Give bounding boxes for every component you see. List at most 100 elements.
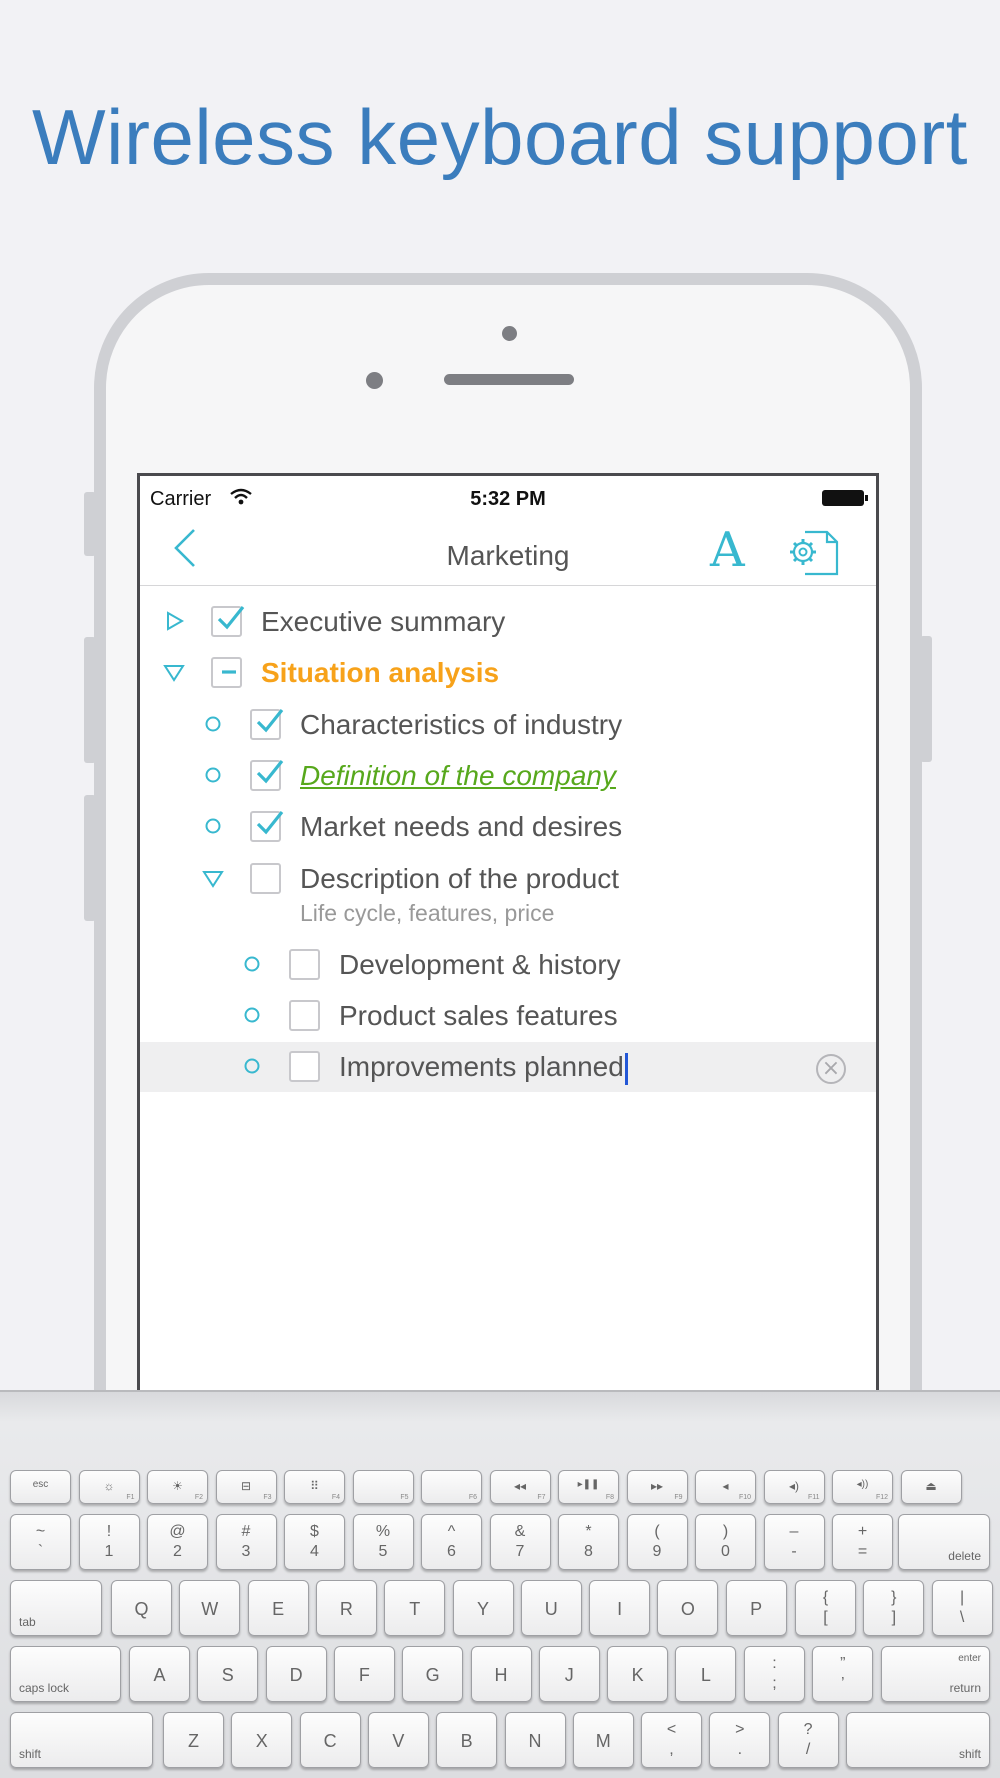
key-letter[interactable]: X: [231, 1712, 293, 1768]
key-number[interactable]: #3: [215, 1514, 277, 1570]
key-letter[interactable]: M: [572, 1712, 634, 1768]
key-caps-lock[interactable]: caps lock: [10, 1646, 121, 1702]
key-letter[interactable]: N: [504, 1712, 566, 1768]
key-tab[interactable]: tab: [10, 1580, 102, 1636]
outline-row[interactable]: Executive summary: [140, 597, 876, 647]
key-number[interactable]: * 8: [558, 1514, 619, 1570]
checkbox-checked[interactable]: [211, 606, 245, 637]
key-letter[interactable]: R: [315, 1580, 377, 1636]
key-fn[interactable]: ◂) F11: [763, 1470, 825, 1504]
document-settings-icon[interactable]: [787, 530, 839, 576]
key-letter[interactable]: B: [436, 1712, 498, 1768]
key-letter[interactable]: S: [197, 1646, 259, 1702]
expanded-triangle-icon[interactable]: [162, 660, 186, 684]
key-number[interactable]: ) 0: [695, 1514, 756, 1570]
font-settings-button[interactable]: A: [710, 526, 745, 574]
key-letter[interactable]: Y: [452, 1580, 514, 1636]
key-number[interactable]: @2: [147, 1514, 208, 1570]
key-letter[interactable]: O: [657, 1580, 719, 1636]
checkbox-checked[interactable]: [250, 811, 284, 842]
key-fn[interactable]: ◂)) F12: [832, 1470, 893, 1504]
key-letter[interactable]: J: [538, 1646, 600, 1702]
key-letter[interactable]: V: [367, 1712, 429, 1768]
key-letter[interactable]: Z: [163, 1712, 224, 1768]
checkbox-partial[interactable]: [211, 657, 242, 688]
key-fn[interactable]: ▸❚❚ F8: [558, 1470, 619, 1504]
clear-text-icon[interactable]: ×: [816, 1054, 846, 1084]
outline-item-label[interactable]: Description of the product: [300, 863, 619, 895]
outline-item-label[interactable]: Situation analysis: [261, 657, 499, 689]
key-letter[interactable]: L: [675, 1646, 737, 1702]
key-letter[interactable]: K: [607, 1646, 669, 1702]
key-fn[interactable]: ⊟ F3: [215, 1470, 277, 1504]
key-letter[interactable]: W: [179, 1580, 241, 1636]
outline-row-editing[interactable]: Improvements planned ×: [140, 1042, 876, 1092]
key-fn[interactable]: ⠿ F4: [284, 1470, 345, 1504]
key-fn[interactable]: esc: [10, 1470, 71, 1504]
outline-item-label[interactable]: Definition of the company: [300, 760, 616, 792]
key-symbol[interactable]: | \: [931, 1580, 993, 1636]
key-letter[interactable]: E: [247, 1580, 309, 1636]
key-number[interactable]: & 7: [489, 1514, 551, 1570]
key-letter[interactable]: D: [265, 1646, 327, 1702]
collapsed-triangle-icon[interactable]: [162, 609, 186, 633]
key-fn[interactable]: ⏏: [900, 1470, 962, 1504]
checkbox-unchecked[interactable]: [250, 863, 281, 894]
key-fn[interactable]: ◂ F10: [695, 1470, 756, 1504]
key-letter[interactable]: H: [470, 1646, 532, 1702]
outline-item-label[interactable]: Market needs and desires: [300, 811, 622, 843]
key-letter[interactable]: G: [402, 1646, 464, 1702]
key-delete[interactable]: delete: [898, 1514, 990, 1570]
outline-item-label[interactable]: Characteristics of industry: [300, 709, 622, 741]
checkbox-unchecked[interactable]: [289, 1000, 320, 1031]
key-shift-right[interactable]: shift: [846, 1712, 990, 1768]
key-symbol[interactable]: >.: [709, 1712, 771, 1768]
key-symbol[interactable]: ”’: [812, 1646, 874, 1702]
outline-item-label[interactable]: Executive summary: [261, 606, 505, 638]
key-fn[interactable]: ◂◂ F7: [489, 1470, 551, 1504]
key-number[interactable]: ^ 6: [421, 1514, 482, 1570]
outline-row[interactable]: Definition of the company: [140, 751, 876, 801]
key-fn[interactable]: ☀ F2: [147, 1470, 208, 1504]
key-number[interactable]: (9: [626, 1514, 688, 1570]
key-symbol[interactable]: :;: [744, 1646, 805, 1702]
expanded-triangle-icon[interactable]: [201, 866, 225, 890]
checkbox-unchecked[interactable]: [289, 949, 320, 980]
key-symbol[interactable]: {[: [795, 1580, 856, 1636]
outline-item-label[interactable]: Development & history: [339, 949, 621, 981]
outline-row[interactable]: Characteristics of industry: [140, 700, 876, 750]
outline-item-label[interactable]: Product sales features: [339, 1000, 618, 1032]
checkbox-checked[interactable]: [250, 709, 284, 740]
key-number[interactable]: ~ `: [10, 1514, 71, 1570]
key-letter[interactable]: T: [384, 1580, 446, 1636]
outline-row[interactable]: Development & history: [140, 940, 876, 990]
key-fn[interactable]: F5: [352, 1470, 414, 1504]
key-letter[interactable]: C: [299, 1712, 361, 1768]
key-fn[interactable]: ☼ F1: [78, 1470, 140, 1504]
checkbox-checked[interactable]: [250, 760, 284, 791]
key-fn[interactable]: F6: [421, 1470, 482, 1504]
outline-row[interactable]: Product sales features: [140, 991, 876, 1041]
key-letter[interactable]: A: [129, 1646, 190, 1702]
key-shift-left[interactable]: shift: [10, 1712, 153, 1768]
key-letter[interactable]: Q: [111, 1580, 172, 1636]
key-letter[interactable]: U: [520, 1580, 582, 1636]
key-enter[interactable]: enter return: [881, 1646, 990, 1702]
key-letter[interactable]: I: [589, 1580, 651, 1636]
key-number[interactable]: + =: [832, 1514, 893, 1570]
key-symbol[interactable]: ? /: [777, 1712, 839, 1768]
key-symbol[interactable]: }]: [863, 1580, 925, 1636]
outline-row[interactable]: Situation analysis: [140, 648, 876, 698]
outline-item-edit-field[interactable]: Improvements planned: [339, 1051, 628, 1085]
key-fn[interactable]: ▸▸ F9: [626, 1470, 688, 1504]
key-letter[interactable]: P: [725, 1580, 787, 1636]
key-number[interactable]: $4: [284, 1514, 345, 1570]
key-number[interactable]: % 5: [352, 1514, 414, 1570]
key-number[interactable]: – -: [763, 1514, 825, 1570]
key-number[interactable]: ! 1: [78, 1514, 140, 1570]
key-letter[interactable]: F: [333, 1646, 395, 1702]
checkbox-unchecked[interactable]: [289, 1051, 320, 1082]
outline-row[interactable]: Market needs and desires: [140, 802, 876, 852]
outline-row[interactable]: Description of the product Life cycle, f…: [140, 854, 876, 944]
key-symbol[interactable]: <,: [641, 1712, 702, 1768]
